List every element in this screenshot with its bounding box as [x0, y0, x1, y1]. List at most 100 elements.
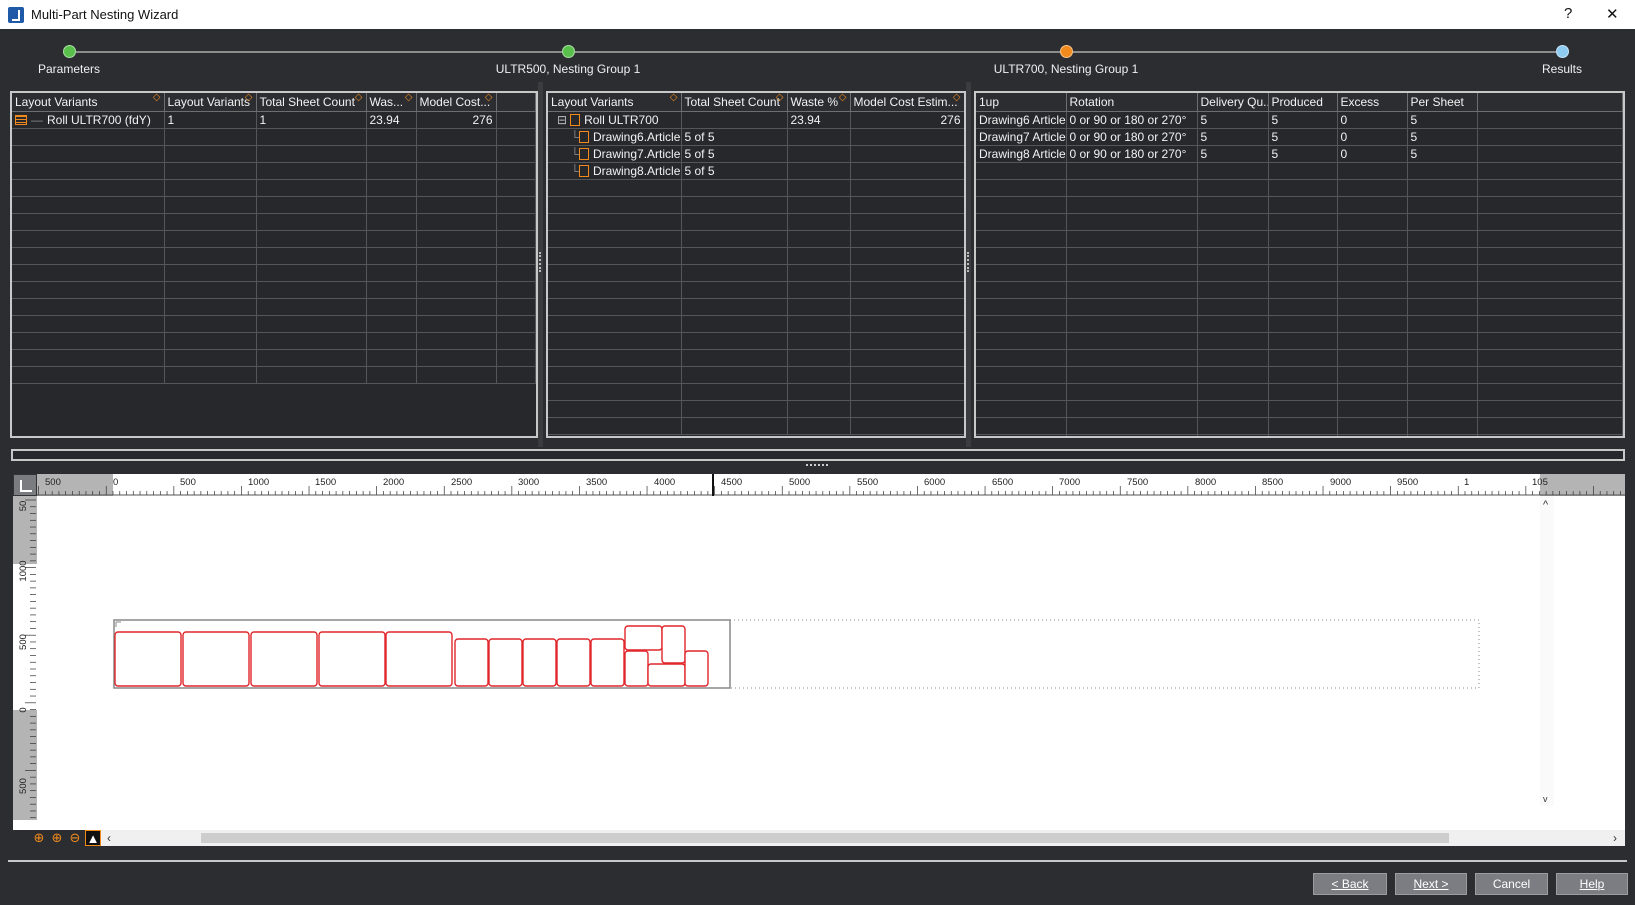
nested-part[interactable] [182, 631, 250, 687]
column-header[interactable]: Delivery Qu... [1197, 93, 1269, 112]
empty-row [548, 213, 964, 231]
zoom-in-icon[interactable]: ⊕ [49, 830, 65, 846]
vertical-scrollbar[interactable] [1540, 496, 1554, 806]
parts-grid: 1up Rotation Delivery Qu... Produced Exc… [974, 91, 1625, 438]
ruler-tick-label: 4000 [654, 477, 675, 488]
ruler-tick-label: 0 [113, 477, 118, 488]
empty-row [12, 315, 536, 333]
nested-part[interactable] [624, 625, 663, 651]
help-title-button[interactable]: ? [1564, 5, 1572, 22]
ruler-origin-button[interactable] [13, 474, 37, 496]
back-button[interactable]: < Back [1313, 873, 1387, 895]
horizontal-splitter-grip[interactable] [806, 464, 828, 466]
image-icon[interactable]: ▲ [85, 830, 101, 846]
nested-part[interactable] [114, 631, 182, 687]
empty-row [976, 213, 1623, 231]
table-row[interactable]: └ Drawing7.Article 5 of 5 [548, 145, 964, 163]
table-row[interactable]: ⊟ Roll ULTR700 23.94 276 [548, 111, 964, 129]
step-dot-parameters[interactable] [63, 45, 76, 58]
column-header[interactable]: Produced [1268, 93, 1338, 112]
empty-row [12, 366, 536, 384]
nested-part[interactable] [661, 625, 686, 664]
nested-part[interactable] [556, 638, 591, 687]
table-row[interactable]: └ Drawing8.Article 5 of 5 [548, 162, 964, 180]
ruler-tick-label: 1 [1464, 477, 1469, 488]
nested-part[interactable] [624, 650, 649, 687]
nested-part[interactable] [590, 638, 625, 687]
column-header[interactable]: Rotation [1066, 93, 1198, 112]
column-header[interactable]: Per Sheet [1407, 93, 1478, 112]
ruler-tick-label: 50 [18, 501, 29, 512]
table-row[interactable]: └ Drawing6.Article 5 of 5 [548, 128, 964, 146]
step-dot-ultr700[interactable] [1060, 45, 1073, 58]
table-row[interactable]: Drawing7 Article 0 or 90 or 180 or 270° 5 5… [976, 128, 1623, 146]
nested-part[interactable] [647, 663, 686, 687]
zoom-fit-icon[interactable]: ⊕ [31, 830, 47, 846]
nested-part[interactable] [522, 638, 557, 687]
empty-row [976, 434, 1623, 436]
table-row[interactable]: Drawing8 Article 0 or 90 or 180 or 270° 5 5… [976, 145, 1623, 163]
column-header[interactable]: Total Sheet Count ◇ [256, 93, 367, 112]
empty-row [548, 247, 964, 265]
scroll-thumb[interactable] [201, 833, 1449, 843]
ruler-tick-label: 8500 [1262, 477, 1283, 488]
empty-row [12, 179, 536, 197]
pane-splitter[interactable] [966, 82, 971, 447]
ruler-tick-label: 1000 [248, 477, 269, 488]
scroll-up-arrow[interactable]: ^ [1543, 499, 1549, 511]
cancel-button[interactable]: Cancel [1475, 873, 1548, 895]
footer-divider [8, 860, 1627, 862]
column-header[interactable]: Was... ◇ [366, 93, 417, 112]
column-header[interactable]: Model Cost Estim... ◇ [850, 93, 964, 112]
scroll-left-arrow[interactable]: ‹ [107, 831, 111, 845]
empty-row [12, 298, 536, 316]
scroll-right-arrow[interactable]: › [1613, 831, 1617, 845]
nested-part[interactable] [488, 638, 523, 687]
column-header[interactable]: Excess [1337, 93, 1408, 112]
ruler-tick-label: 6500 [992, 477, 1013, 488]
nested-part[interactable] [318, 631, 386, 687]
empty-row [976, 162, 1623, 180]
empty-row [12, 247, 536, 265]
ruler-tick-label: 5000 [789, 477, 810, 488]
nesting-canvas[interactable]: 500 0 500 1000 1500 2000 2500 3000 3500 4000 4500 5… [13, 474, 1625, 846]
scroll-down-arrow[interactable]: v [1543, 794, 1548, 804]
nesting-drawing: ^ v [113, 496, 1554, 806]
collapse-icon[interactable]: ⊟ [557, 113, 567, 127]
roll-doc-icon [570, 114, 581, 127]
next-button[interactable]: Next > [1395, 873, 1467, 895]
ruler-tick-label: 500 [18, 778, 29, 794]
empty-row [548, 230, 964, 248]
column-header[interactable]: 1up [976, 93, 1067, 112]
empty-row [976, 230, 1623, 248]
step-dot-results[interactable] [1556, 45, 1569, 58]
column-header[interactable]: Total Sheet Count ◇ [681, 93, 788, 112]
close-window-button[interactable]: ✕ [1606, 5, 1619, 23]
table-row[interactable]: — Roll ULTR700 (fdY) 1 1 23.94 276 [12, 111, 536, 129]
column-header[interactable]: Layout Variants ◇ [12, 93, 165, 112]
layout-variants-grid: Layout Variants ◇ Layout Variants ◇ Total … [10, 91, 538, 438]
canvas-hscrollbar[interactable]: ‹ › [101, 830, 1625, 846]
nested-part[interactable] [385, 631, 453, 687]
nested-part[interactable] [250, 631, 318, 687]
horizontal-scrollbar[interactable] [11, 449, 1625, 461]
zoom-out-icon[interactable]: ⊖ [67, 830, 83, 846]
table-row[interactable]: Drawing6 Article 0 or 90 or 180 or 270° 5 5… [976, 111, 1623, 129]
ruler-tick-label: 500 [180, 477, 196, 488]
ruler-tick-label: 4500 [721, 477, 742, 488]
column-header[interactable]: Model Cost... ◇ [416, 93, 497, 112]
column-header[interactable]: Waste % ◇ [787, 93, 851, 112]
step-dot-ultr500[interactable] [562, 45, 575, 58]
empty-row [12, 230, 536, 248]
column-header[interactable]: Layout Variants ◇ [164, 93, 257, 112]
column-header[interactable]: Layout Variants ◇ [548, 93, 682, 112]
part-doc-icon [579, 131, 589, 144]
help-button[interactable]: Help [1556, 873, 1628, 895]
empty-row [548, 332, 964, 350]
nested-part[interactable] [684, 650, 709, 687]
ruler-tick-label: 0 [18, 707, 29, 712]
wizard-steps: Parameters ULTR500, Nesting Group 1 ULTR… [0, 29, 1635, 81]
ruler-tick-label: 7000 [1059, 477, 1080, 488]
nested-part[interactable] [454, 638, 489, 687]
pane-splitter[interactable] [538, 82, 543, 447]
